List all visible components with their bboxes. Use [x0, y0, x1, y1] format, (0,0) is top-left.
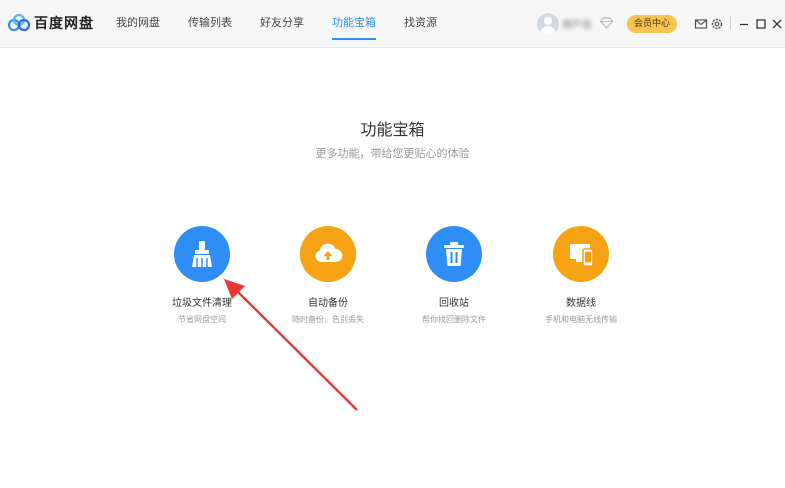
tool-name: 垃圾文件清理 — [172, 298, 232, 309]
tab-transfer-list[interactable]: 传输列表 — [188, 0, 232, 48]
title-bar: 百度网盘 我的网盘 传输列表 好友分享 功能宝箱 找资源 用户名 会员中心 — [0, 0, 785, 48]
tool-auto-backup[interactable]: 自动备份 随时备份，告别丢失 — [268, 226, 388, 325]
avatar-body — [540, 26, 556, 35]
tool-junk-cleanup[interactable]: 垃圾文件清理 节省网盘空间 — [142, 226, 262, 325]
tool-desc: 手机和电脑无线传输 — [545, 315, 617, 324]
cloud-upload-icon[interactable] — [300, 226, 356, 282]
tool-recycle-bin[interactable]: 回收站 帮你找回删除文件 — [394, 226, 514, 325]
annotation-arrow-icon — [224, 279, 358, 411]
devices-icon[interactable] — [553, 226, 609, 282]
tab-my-drive[interactable]: 我的网盘 — [116, 0, 160, 48]
tool-data-cable[interactable]: 数据线 手机和电脑无线传输 — [521, 226, 641, 325]
vip-center-button[interactable]: 会员中心 — [627, 15, 677, 33]
app-logo[interactable]: 百度网盘 — [8, 12, 94, 34]
baidu-cloud-logo-icon — [8, 14, 30, 32]
page-title: 功能宝箱 — [360, 120, 425, 139]
tab-find-resources[interactable]: 找资源 — [404, 0, 437, 48]
settings-icon[interactable] — [710, 16, 724, 30]
page-subtitle: 更多功能，带给您更贴心的体验 — [315, 147, 470, 160]
tool-name: 自动备份 — [308, 298, 348, 309]
mail-icon[interactable] — [694, 16, 708, 30]
tool-name: 回收站 — [439, 298, 469, 309]
close-icon[interactable] — [770, 16, 784, 30]
titlebar-divider — [730, 16, 731, 30]
maximize-icon[interactable] — [754, 16, 768, 30]
avatar-head — [544, 17, 552, 25]
main-nav: 我的网盘 传输列表 好友分享 功能宝箱 找资源 — [116, 0, 465, 48]
diamond-icon[interactable] — [600, 17, 613, 29]
tool-desc: 帮你找回删除文件 — [422, 315, 486, 324]
tool-desc: 节省网盘空间 — [178, 315, 226, 324]
app-name: 百度网盘 — [34, 16, 94, 32]
broom-icon[interactable] — [174, 226, 230, 282]
trash-icon[interactable] — [426, 226, 482, 282]
tab-toolbox[interactable]: 功能宝箱 — [332, 0, 376, 48]
tab-friend-share[interactable]: 好友分享 — [260, 0, 304, 48]
tool-desc: 随时备份，告别丢失 — [292, 315, 364, 324]
tool-name: 数据线 — [566, 298, 596, 309]
username[interactable]: 用户名 — [562, 16, 596, 30]
minimize-icon[interactable] — [737, 16, 751, 30]
avatar[interactable] — [537, 13, 559, 35]
